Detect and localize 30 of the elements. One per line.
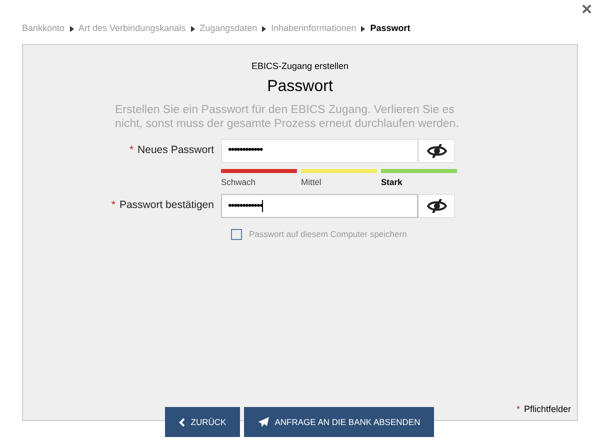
form-subtitle: EBICS-Zugang erstellen bbox=[251, 60, 349, 73]
send-button[interactable]: ANFRAGE AN DIE BANK ABSENDEN bbox=[244, 407, 434, 437]
password-field[interactable]: •••••••••••• bbox=[221, 194, 418, 218]
eye-slash-icon bbox=[426, 199, 446, 214]
chevron-left-icon bbox=[178, 418, 185, 426]
required-mark: * bbox=[516, 402, 520, 416]
eye-slash-icon bbox=[426, 144, 446, 158]
checkbox-label: Passwort auf diesem Computer speichern bbox=[249, 228, 407, 241]
strength-label: Schwach bbox=[221, 176, 256, 188]
required-note: Pflichtfelder bbox=[524, 402, 571, 416]
close-button[interactable]: × bbox=[581, 0, 592, 18]
strength-label: Stark bbox=[381, 176, 404, 188]
caret-icon bbox=[70, 26, 74, 32]
strength-label: Mittel bbox=[301, 176, 322, 188]
caret-icon bbox=[262, 26, 266, 32]
checkbox[interactable] bbox=[231, 229, 242, 240]
paper-plane-icon bbox=[258, 417, 269, 427]
password-field[interactable]: •••••••••••• bbox=[221, 138, 418, 162]
caret-icon bbox=[361, 26, 366, 32]
field-label: Passwort bestätigen bbox=[119, 198, 214, 214]
breadcrumb-item[interactable]: Passwort bbox=[370, 22, 410, 36]
form-description: Erstellen Sie ein Passwort für den EBICS Zugang. Verlieren Sie es nicht, sonst muss der gesamte Prozess erneut durchlaufen werden. bbox=[115, 102, 460, 130]
form-title: Passwort bbox=[267, 76, 333, 96]
field-label: Neues Passwort bbox=[138, 142, 214, 158]
required-mark: * bbox=[111, 198, 116, 214]
back-button[interactable]: ZURÜCK bbox=[165, 407, 240, 437]
caret-icon bbox=[190, 26, 195, 32]
toggle-visibility-button[interactable] bbox=[418, 138, 455, 162]
toggle-visibility-button[interactable] bbox=[418, 194, 455, 218]
required-mark: * bbox=[129, 142, 134, 158]
